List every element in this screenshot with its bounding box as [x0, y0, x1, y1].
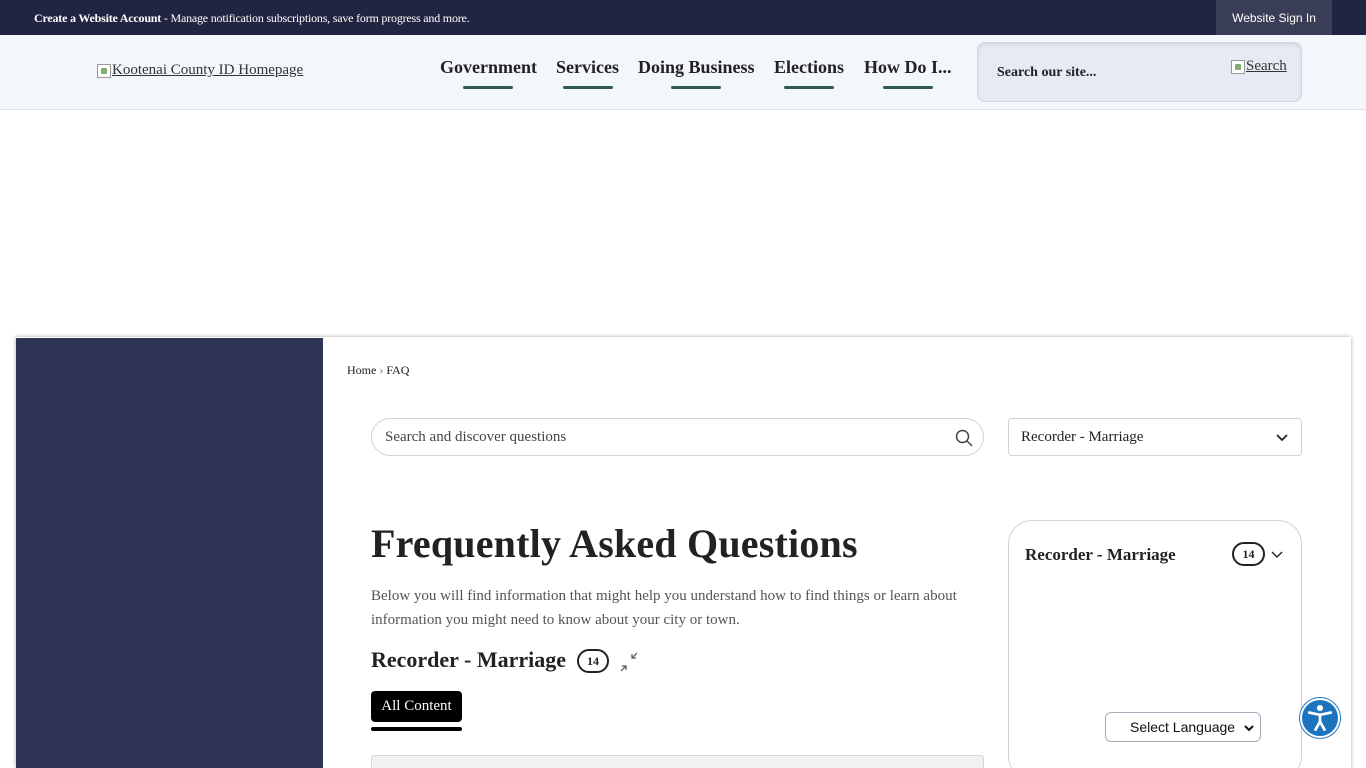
faq-search-placeholder: Search and discover questions: [385, 429, 567, 445]
nav-doing-business-underline: [671, 86, 721, 89]
collapse-icon[interactable]: [619, 652, 639, 672]
category-select[interactable]: Recorder - Marriage: [1008, 418, 1302, 456]
accessibility-icon[interactable]: [1300, 698, 1340, 738]
site-header: Kootenai County ID Homepage Government S…: [0, 35, 1366, 110]
category-card-title[interactable]: Recorder - Marriage: [1025, 545, 1176, 565]
site-search-placeholder: Search our site...: [997, 65, 1097, 80]
website-sign-in-button[interactable]: Website Sign In: [1216, 0, 1332, 35]
chevron-down-icon[interactable]: [1270, 548, 1284, 562]
category-count-badge: 14: [577, 649, 609, 673]
logo-link[interactable]: Kootenai County ID Homepage: [97, 62, 303, 79]
language-select[interactable]: Select Language: [1105, 712, 1261, 742]
intro-text: Below you will find information that mig…: [371, 588, 957, 628]
create-account-link[interactable]: Create a Website Account: [34, 11, 161, 25]
chevron-down-icon: [1276, 434, 1288, 442]
breadcrumb: Home › FAQ: [347, 363, 409, 378]
faq-search-input[interactable]: Search and discover questions: [371, 418, 984, 456]
search-icon[interactable]: [955, 429, 973, 447]
broken-image-icon: [97, 63, 111, 78]
account-bar: Create a Website Account - Manage notifi…: [0, 0, 1366, 35]
nav-elections[interactable]: Elections: [774, 57, 844, 78]
category-heading: Recorder - Marriage: [371, 647, 567, 672]
broken-image-icon: [1231, 59, 1245, 74]
logo-alt-text: Kootenai County ID Homepage: [112, 62, 304, 78]
breadcrumb-home[interactable]: Home: [347, 363, 376, 377]
tab-all-content[interactable]: All Content: [371, 691, 462, 722]
nav-how-do-i-underline: [883, 86, 933, 89]
nav-services-underline: [563, 86, 613, 89]
page-title: Frequently Asked Questions: [371, 521, 858, 566]
site-search-button[interactable]: Search: [1231, 58, 1287, 75]
account-message-text: - Manage notification subscriptions, sav…: [161, 11, 470, 25]
left-sidebar: [16, 338, 323, 768]
nav-services[interactable]: Services: [556, 57, 619, 78]
breadcrumb-separator: ›: [379, 363, 384, 377]
nav-doing-business[interactable]: Doing Business: [638, 57, 755, 78]
nav-elections-underline: [784, 86, 834, 89]
nav-how-do-i[interactable]: How Do I...: [864, 57, 952, 78]
site-search-input[interactable]: Search our site... Search: [977, 42, 1302, 102]
nav-government-underline: [463, 86, 513, 89]
tab-active-underline: [371, 727, 462, 731]
language-select-value: Select Language: [1130, 719, 1236, 735]
breadcrumb-current: FAQ: [386, 363, 410, 377]
category-select-value: Recorder - Marriage: [1021, 429, 1144, 445]
faq-list-item[interactable]: [371, 755, 984, 768]
nav-government[interactable]: Government: [440, 57, 537, 78]
account-message: Create a Website Account - Manage notifi…: [34, 11, 470, 26]
category-card-count: 14: [1232, 542, 1265, 566]
chevron-down-icon: [1244, 725, 1254, 732]
site-search-button-alt: Search: [1246, 58, 1287, 74]
